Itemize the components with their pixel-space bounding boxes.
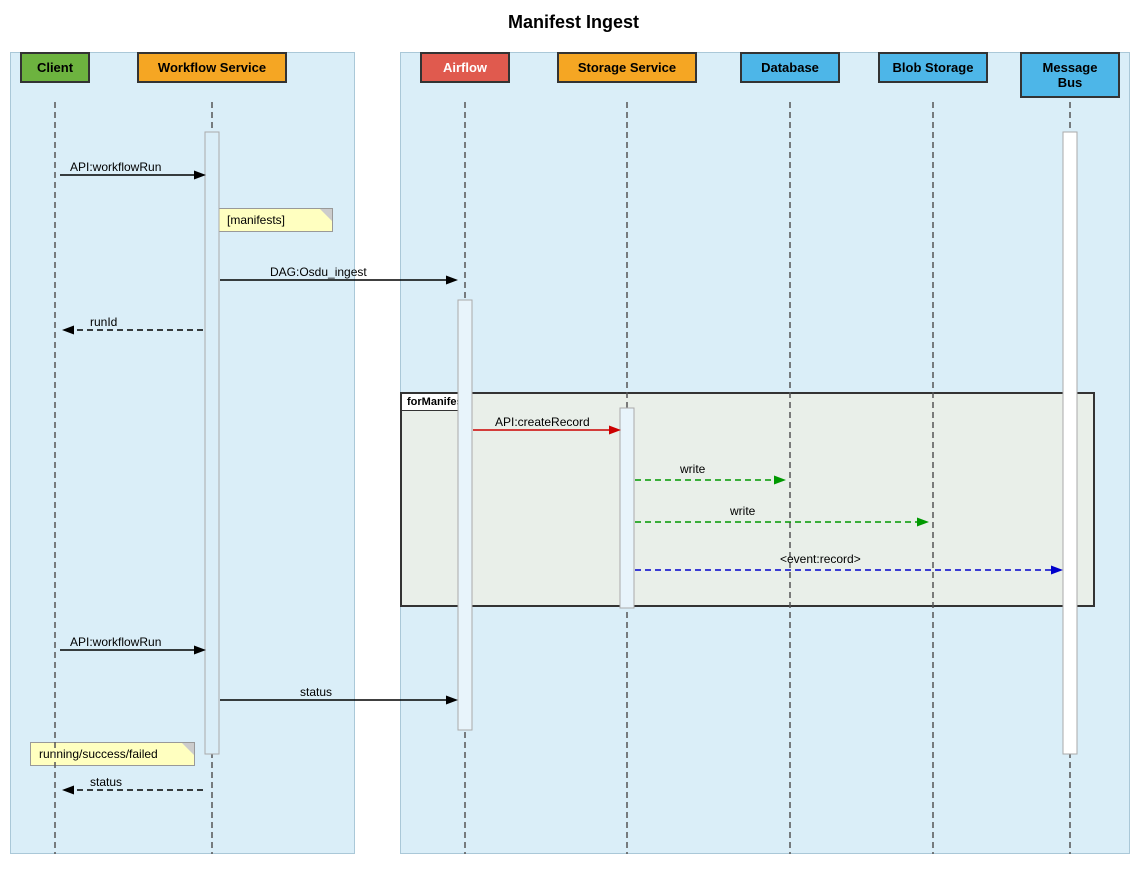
participant-workflow: Workflow Service <box>137 52 287 83</box>
label-event-record: <event:record> <box>780 552 861 566</box>
participant-client: Client <box>20 52 90 83</box>
participant-blob: Blob Storage <box>878 52 988 83</box>
label-status-2: status <box>90 775 122 789</box>
participant-storage: Storage Service <box>557 52 697 83</box>
participant-airflow: Airflow <box>420 52 510 83</box>
label-api-workflowrun-1: API:workflowRun <box>70 160 161 174</box>
label-api-workflowrun-2: API:workflowRun <box>70 635 161 649</box>
sequence-diagram: Manifest Ingest Client Workflow Service … <box>0 0 1147 891</box>
diagram-title: Manifest Ingest <box>0 12 1147 33</box>
label-runid: runId <box>90 315 117 329</box>
note-manifests: [manifests] <box>218 208 333 232</box>
label-dag-osdu: DAG:Osdu_ingest <box>270 265 367 279</box>
participant-database: Database <box>740 52 840 83</box>
label-api-createrecord: API:createRecord <box>495 415 590 429</box>
label-write-2: write <box>730 504 755 518</box>
note-status: running/success/failed <box>30 742 195 766</box>
left-section-band <box>10 52 355 854</box>
label-write-1: write <box>680 462 705 476</box>
participant-msgbus: Message Bus <box>1020 52 1120 98</box>
label-status-1: status <box>300 685 332 699</box>
